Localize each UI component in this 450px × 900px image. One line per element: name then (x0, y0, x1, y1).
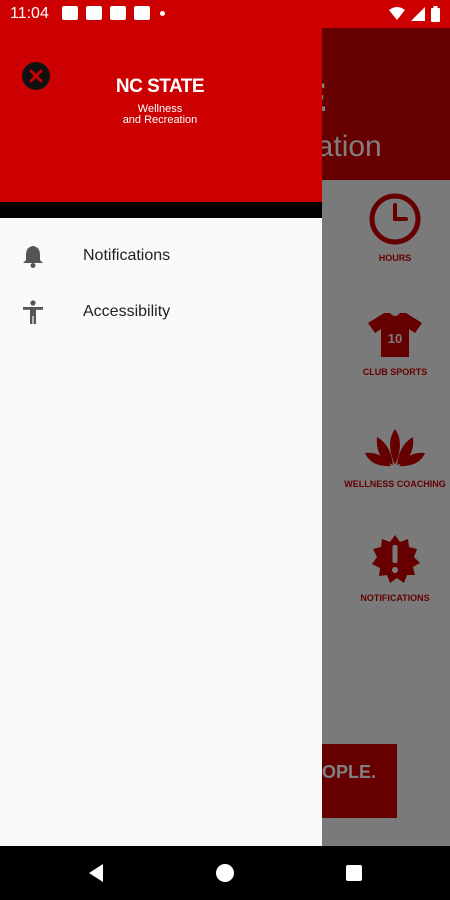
navigation-drawer: NC STATE Wellness and Recreation Notific… (0, 28, 322, 846)
system-nav-bar (0, 846, 450, 900)
logo-title: NC STATE (115, 76, 205, 97)
app-notification-icon (62, 6, 78, 20)
menu-item-label: Accessibility (83, 303, 171, 320)
app-notification-icon (86, 6, 102, 20)
drawer-header: NC STATE Wellness and Recreation (0, 28, 322, 202)
menu-item-accessibility[interactable]: Accessibility (0, 284, 322, 340)
app-notification-icon (110, 6, 126, 20)
header-divider (0, 202, 322, 218)
notification-icons (62, 6, 165, 20)
bell-icon (20, 243, 46, 269)
recents-square-icon (346, 865, 362, 881)
more-notifications-dot-icon (160, 10, 165, 16)
home-button[interactable] (213, 861, 237, 885)
logo-subtitle: Wellness and Recreation (100, 104, 220, 126)
recents-button[interactable] (342, 861, 366, 885)
menu-item-notifications[interactable]: Notifications (0, 228, 322, 284)
menu-item-label: Notifications (83, 247, 171, 264)
nc-state-logo: NC STATE Wellness and Recreation (100, 76, 220, 126)
status-time: 11:04 (10, 5, 49, 22)
logo-subtitle-line: and Recreation (122, 114, 198, 126)
app-notification-icon (134, 6, 150, 20)
close-icon (29, 69, 43, 83)
signal-icon (411, 7, 425, 21)
home-circle-icon (216, 864, 234, 882)
battery-icon (431, 6, 440, 22)
accessibility-icon (20, 299, 46, 325)
status-bar: 11:04 (0, 0, 450, 28)
back-button[interactable] (84, 861, 108, 885)
system-icons (389, 6, 440, 22)
back-triangle-icon (89, 864, 103, 882)
wifi-icon (389, 7, 405, 20)
close-drawer-button[interactable] (22, 62, 50, 90)
drawer-menu: Notifications Accessibility (0, 228, 322, 340)
